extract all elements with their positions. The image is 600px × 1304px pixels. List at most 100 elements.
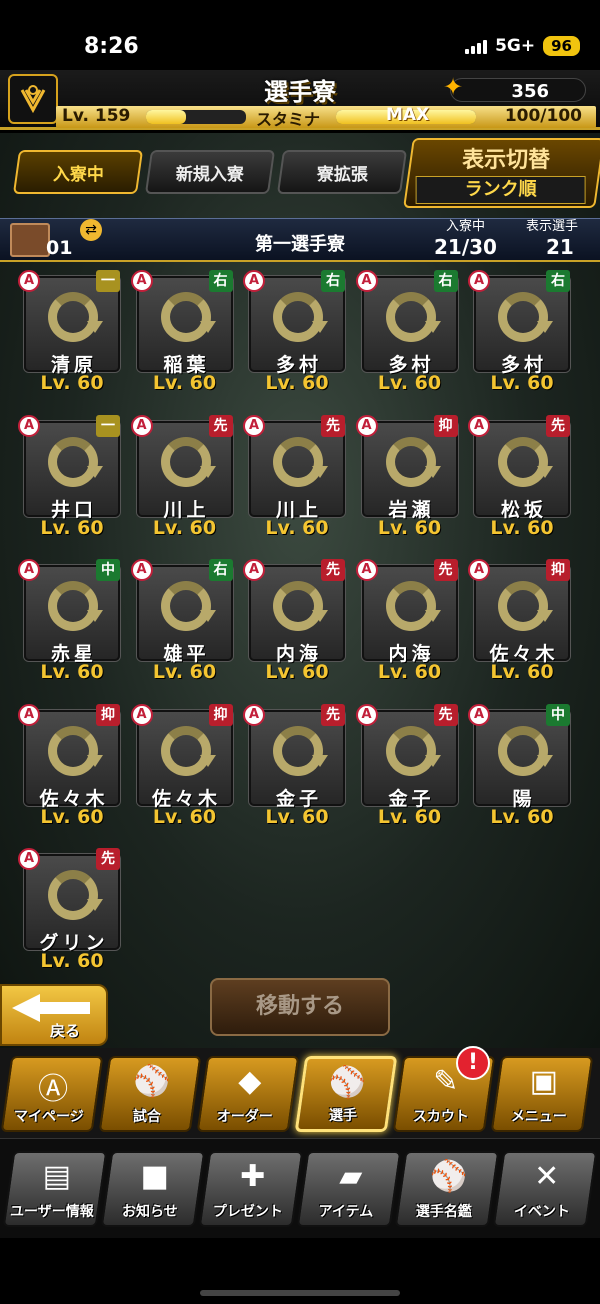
directory-icon: ⚾ — [430, 1159, 468, 1194]
status-icons: 5G+ 96 — [465, 36, 580, 56]
player-card[interactable]: 陽 A 中 Lv. 60 — [468, 703, 570, 828]
player-card[interactable]: 井口 A 一 Lv. 60 — [18, 414, 120, 539]
user-info-icon: ▤ — [42, 1159, 71, 1194]
player-card[interactable]: 川上 A 先 Lv. 60 — [243, 414, 345, 539]
dorm-bar: 01 ⇄ 第一選手寮 入寮中 21/30 表示選手 21 — [0, 218, 600, 262]
nav-game[interactable]: ⚾ 試合 — [98, 1056, 202, 1132]
player-card[interactable]: 岩瀬 A 抑 Lv. 60 — [355, 414, 458, 539]
nav-label: 試合 — [132, 1109, 161, 1125]
player-card[interactable]: 内海 A 先 Lv. 60 — [355, 559, 458, 683]
tab-new-entry[interactable]: 新規入寮 — [144, 150, 276, 194]
player-card[interactable]: 佐々木 A 抑 Lv. 60 — [468, 559, 570, 683]
tab-expand-dorm[interactable]: 寮拡張 — [276, 150, 408, 194]
player-card[interactable]: 雄平 A 右 Lv. 60 — [130, 559, 233, 683]
nav-event[interactable]: ✕ イベント — [492, 1151, 598, 1227]
dorm-name: 第一選手寮 — [255, 234, 345, 255]
tab-label: 新規入寮 — [176, 164, 244, 185]
event-icon: ✕ — [534, 1159, 560, 1194]
sort-title: 表示切替 — [462, 148, 551, 173]
player-card[interactable]: 金子 A 先 Lv. 60 — [355, 703, 458, 828]
player-card[interactable]: 内海 A 先 Lv. 60 — [243, 559, 345, 683]
player-card[interactable]: 多村 A 右 Lv. 60 — [468, 270, 570, 394]
player-placeholder-icon — [160, 581, 216, 631]
position-badge: 右 — [208, 270, 233, 292]
tab-label: 入寮中 — [52, 164, 104, 185]
position-badge: 右 — [321, 270, 345, 292]
player-card[interactable]: 金子 A 先 Lv. 60 — [243, 703, 345, 828]
nav-label: アイテム — [318, 1204, 374, 1220]
player-placeholder-icon — [498, 725, 553, 776]
shown-players-value: 21 — [546, 235, 574, 259]
player-card[interactable]: 赤星 A 中 Lv. 60 — [18, 559, 120, 683]
player-card[interactable]: 佐々木 A 抑 Lv. 60 — [130, 703, 233, 828]
player-card[interactable]: 佐々木 A 抑 Lv. 60 — [18, 703, 120, 828]
exp-bar — [146, 110, 246, 124]
nav-directory[interactable]: ⚾ 選手名鑑 — [394, 1151, 500, 1227]
player-card[interactable]: 川上 A 先 Lv. 60 — [130, 414, 233, 539]
item-icon: ▰ — [339, 1159, 363, 1194]
nav-item[interactable]: ▰ アイテム — [296, 1151, 402, 1227]
position-badge: 先 — [321, 414, 345, 437]
network-label: 5G+ — [495, 36, 536, 56]
nav-label: お知らせ — [122, 1204, 178, 1220]
move-button[interactable]: 移動する — [210, 978, 390, 1036]
player-placeholder-icon — [48, 292, 103, 342]
fire-ball-icon: ✦ — [443, 73, 464, 101]
nav-user-info[interactable]: ▤ ユーザー情報 — [2, 1151, 108, 1227]
nav-players[interactable]: ⚾ 選手 — [294, 1056, 398, 1132]
player-placeholder-icon — [498, 581, 553, 631]
currency-value: 356 — [511, 81, 549, 102]
rank-badge: A — [18, 848, 40, 870]
nav-present[interactable]: ✚ プレゼント — [198, 1151, 304, 1227]
player-level: Lv. 60 — [40, 805, 104, 828]
player-level: Lv. 60 — [490, 372, 554, 394]
player-placeholder-icon — [273, 436, 328, 487]
rank-badge: A — [355, 414, 378, 437]
rank-badge: A — [355, 270, 378, 292]
player-icon: ⚾ — [328, 1065, 367, 1100]
player-card[interactable]: 清原 A 一 Lv. 60 — [18, 270, 120, 394]
nav-order[interactable]: ◆ オーダー — [196, 1056, 300, 1132]
rank-badge: A — [243, 414, 265, 437]
rank-badge: A — [468, 270, 490, 292]
player-card[interactable]: 松坂 A 先 Lv. 60 — [468, 414, 570, 539]
rank-badge: A — [468, 703, 490, 726]
player-level: Lv. 60 — [40, 516, 104, 539]
player-placeholder-icon — [48, 581, 103, 631]
stamina-max-label: MAX — [386, 105, 430, 125]
player-card[interactable]: 稲葉 A 右 Lv. 60 — [130, 270, 233, 394]
back-button[interactable]: 戻る — [0, 984, 108, 1046]
player-level: Lv. 60 — [265, 661, 329, 683]
player-card[interactable]: グリン A 先 Lv. 60 — [18, 848, 120, 972]
rank-badge: A — [468, 559, 490, 581]
in-dorm-value: 21/30 — [434, 235, 497, 259]
rank-badge: A — [243, 703, 265, 726]
home-indicator — [200, 1290, 400, 1296]
rank-badge: A — [130, 270, 153, 292]
rank-badge: A — [130, 559, 153, 581]
tab-in-dorm[interactable]: 入寮中 — [12, 150, 144, 194]
rank-badge: A — [18, 414, 40, 437]
player-level: Lv. 60 — [152, 805, 217, 828]
level-label: Lv. 159 — [62, 106, 131, 126]
sort-toggle-button[interactable]: 表示切替 ランク順 — [403, 138, 600, 208]
in-dorm-label: 入寮中 — [446, 219, 486, 234]
nav-notice[interactable]: ■ お知らせ — [100, 1151, 206, 1227]
player-card[interactable]: 多村 A 右 Lv. 60 — [243, 270, 345, 394]
position-badge: 右 — [433, 270, 458, 292]
position-badge: 抑 — [208, 703, 233, 726]
position-badge: 先 — [546, 414, 570, 437]
battery-icon: 96 — [543, 36, 580, 56]
nav-label: 選手名鑑 — [415, 1204, 472, 1220]
lineup-icon: ◆ — [238, 1064, 262, 1099]
player-level: Lv. 60 — [152, 516, 217, 539]
nav-label: イベント — [513, 1204, 570, 1220]
nav-menu[interactable]: ▣ メニュー — [490, 1056, 594, 1132]
player-level: Lv. 60 — [377, 516, 442, 539]
nav-mypage[interactable]: Ⓐ マイページ — [0, 1056, 104, 1132]
shown-players-label: 表示選手 — [526, 219, 579, 234]
home-icon: Ⓐ — [38, 1072, 69, 1107]
player-card[interactable]: 多村 A 右 Lv. 60 — [355, 270, 458, 394]
currency-display[interactable]: ✦ 356 — [443, 73, 586, 102]
position-badge: 先 — [321, 703, 345, 726]
